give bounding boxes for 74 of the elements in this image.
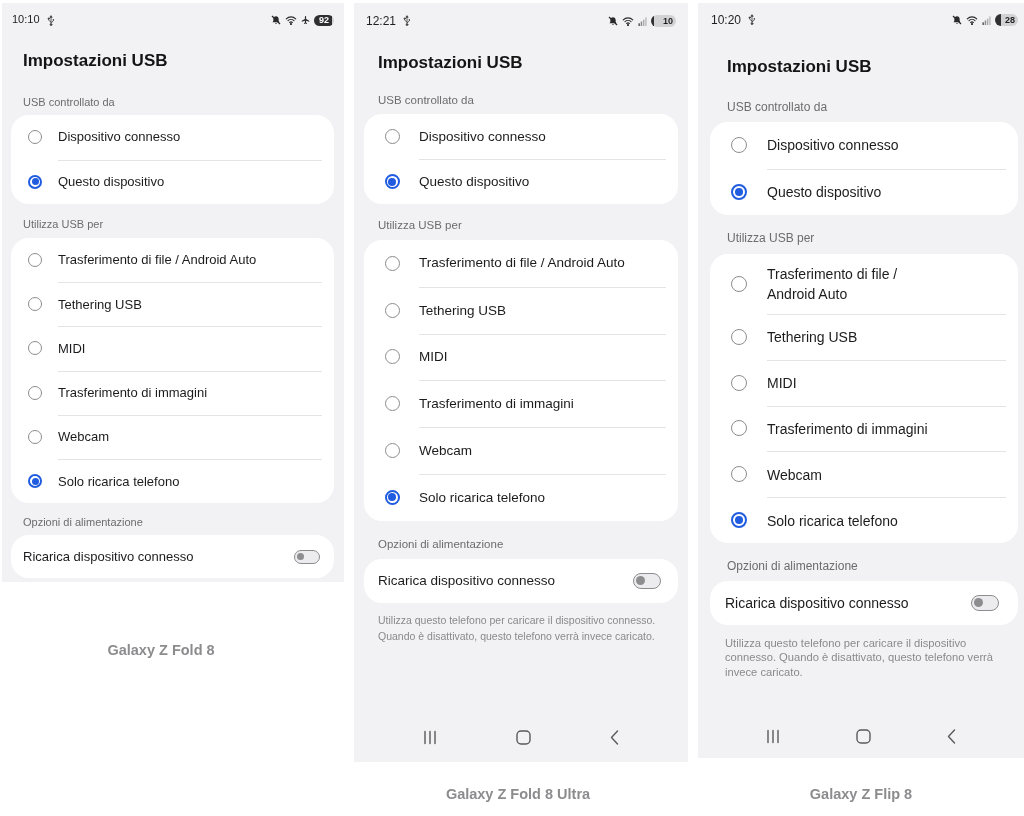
option-label: Dispositivo connesso (419, 127, 546, 146)
radio-button[interactable] (384, 489, 400, 505)
home-icon[interactable] (856, 728, 871, 744)
option-label: Trasferimento di immagini (419, 395, 574, 414)
toggle-switch[interactable] (294, 549, 320, 564)
wifi-icon (622, 16, 634, 26)
battery-indicator: 28 (995, 14, 1018, 26)
section-label: Utilizza USB per (727, 230, 815, 246)
section-label: USB controllato da (23, 95, 115, 109)
option-label: Questo dispositivo (419, 173, 530, 191)
description-text: Utilizza questo telefono per caricare il dispositivo connesso. Quando è disattivato, questo telefono verrà invece caricato. (725, 636, 995, 680)
toggle-switch[interactable] (633, 572, 661, 589)
page-title: Impostazioni USB (23, 51, 168, 71)
option-label: Dispositivo connesso (58, 128, 181, 147)
option-label: Trasferimento di immagini (767, 420, 928, 439)
page-title: Impostazioni USB (727, 57, 872, 77)
option-label: Webcam (58, 428, 110, 447)
status-time: 12:21 (366, 13, 397, 29)
device-caption: Galaxy Z Flip 8 (809, 785, 913, 804)
recents-icon[interactable] (766, 728, 780, 744)
section-label: Opzioni di alimentazione (23, 515, 143, 530)
option-label: Trasferimento di file / Android Auto (419, 254, 625, 273)
radio-button[interactable] (731, 183, 747, 200)
home-icon[interactable] (516, 729, 531, 745)
option-label: Questo dispositivo (58, 173, 165, 192)
section-label: Opzioni di alimentazione (378, 537, 504, 553)
battery-indicator: 92 (314, 14, 334, 26)
option-label: Dispositivo connesso (767, 136, 899, 156)
option-label: Trasferimento di immagini (58, 384, 208, 403)
recents-icon[interactable] (423, 729, 437, 745)
battery-indicator: 10 (651, 15, 676, 27)
option-label: Tethering USB (419, 301, 507, 320)
section-label: USB controllato da (378, 93, 474, 108)
radio-button[interactable] (384, 174, 400, 189)
toggle-switch[interactable] (971, 595, 999, 611)
section-label: Utilizza USB per (378, 217, 462, 233)
option-label: Solo ricarica telefono (58, 472, 180, 491)
page-title: Impostazioni USB (378, 53, 523, 73)
device-caption: Galaxy Z Fold 8 (107, 641, 215, 660)
back-icon[interactable] (947, 728, 956, 744)
status-time: 10:10 (12, 13, 40, 27)
setting-label: Ricarica dispositivo connesso (725, 594, 909, 613)
wifi-icon (966, 15, 978, 25)
option-label: Webcam (419, 442, 473, 461)
option-label: Trasferimento di file / Android Auto (767, 265, 899, 304)
option-label: MIDI (767, 374, 797, 394)
option-label: Tethering USB (767, 328, 858, 348)
wifi-icon (285, 15, 297, 25)
usb-icon (403, 15, 412, 27)
option-label: Tethering USB (58, 295, 142, 314)
description-text: Utilizza questo telefono per caricare il dispositivo connesso. Quando è disattivato, questo telefono verrà invece caricato. (378, 612, 657, 644)
back-icon[interactable] (610, 729, 619, 745)
radio-button[interactable] (28, 474, 42, 489)
option-label: MIDI (58, 339, 86, 358)
setting-label: Ricarica dispositivo connesso (23, 547, 194, 566)
section-label: Utilizza USB per (23, 217, 104, 231)
option-label: Solo ricarica telefono (419, 488, 546, 507)
bell-slash-icon (952, 15, 962, 25)
usb-icon (748, 14, 757, 26)
option-label: Questo dispositivo (767, 183, 882, 203)
setting-label: Ricarica dispositivo connesso (378, 571, 556, 590)
option-label: Webcam (767, 465, 822, 485)
radio-button[interactable] (731, 512, 747, 529)
bell-slash-icon (271, 15, 281, 25)
usb-icon (46, 14, 55, 26)
section-label: USB controllato da (727, 99, 828, 115)
option-label: MIDI (419, 348, 448, 367)
option-label: Trasferimento di file / Android Auto (58, 251, 257, 270)
section-label: Opzioni di alimentazione (727, 558, 858, 574)
device-caption: Galaxy Z Fold 8 Ultra (445, 785, 591, 804)
option-label: Solo ricarica telefono (767, 511, 898, 531)
status-time: 10:20 (711, 12, 742, 28)
bell-slash-icon (608, 16, 618, 26)
radio-button[interactable] (28, 174, 42, 189)
